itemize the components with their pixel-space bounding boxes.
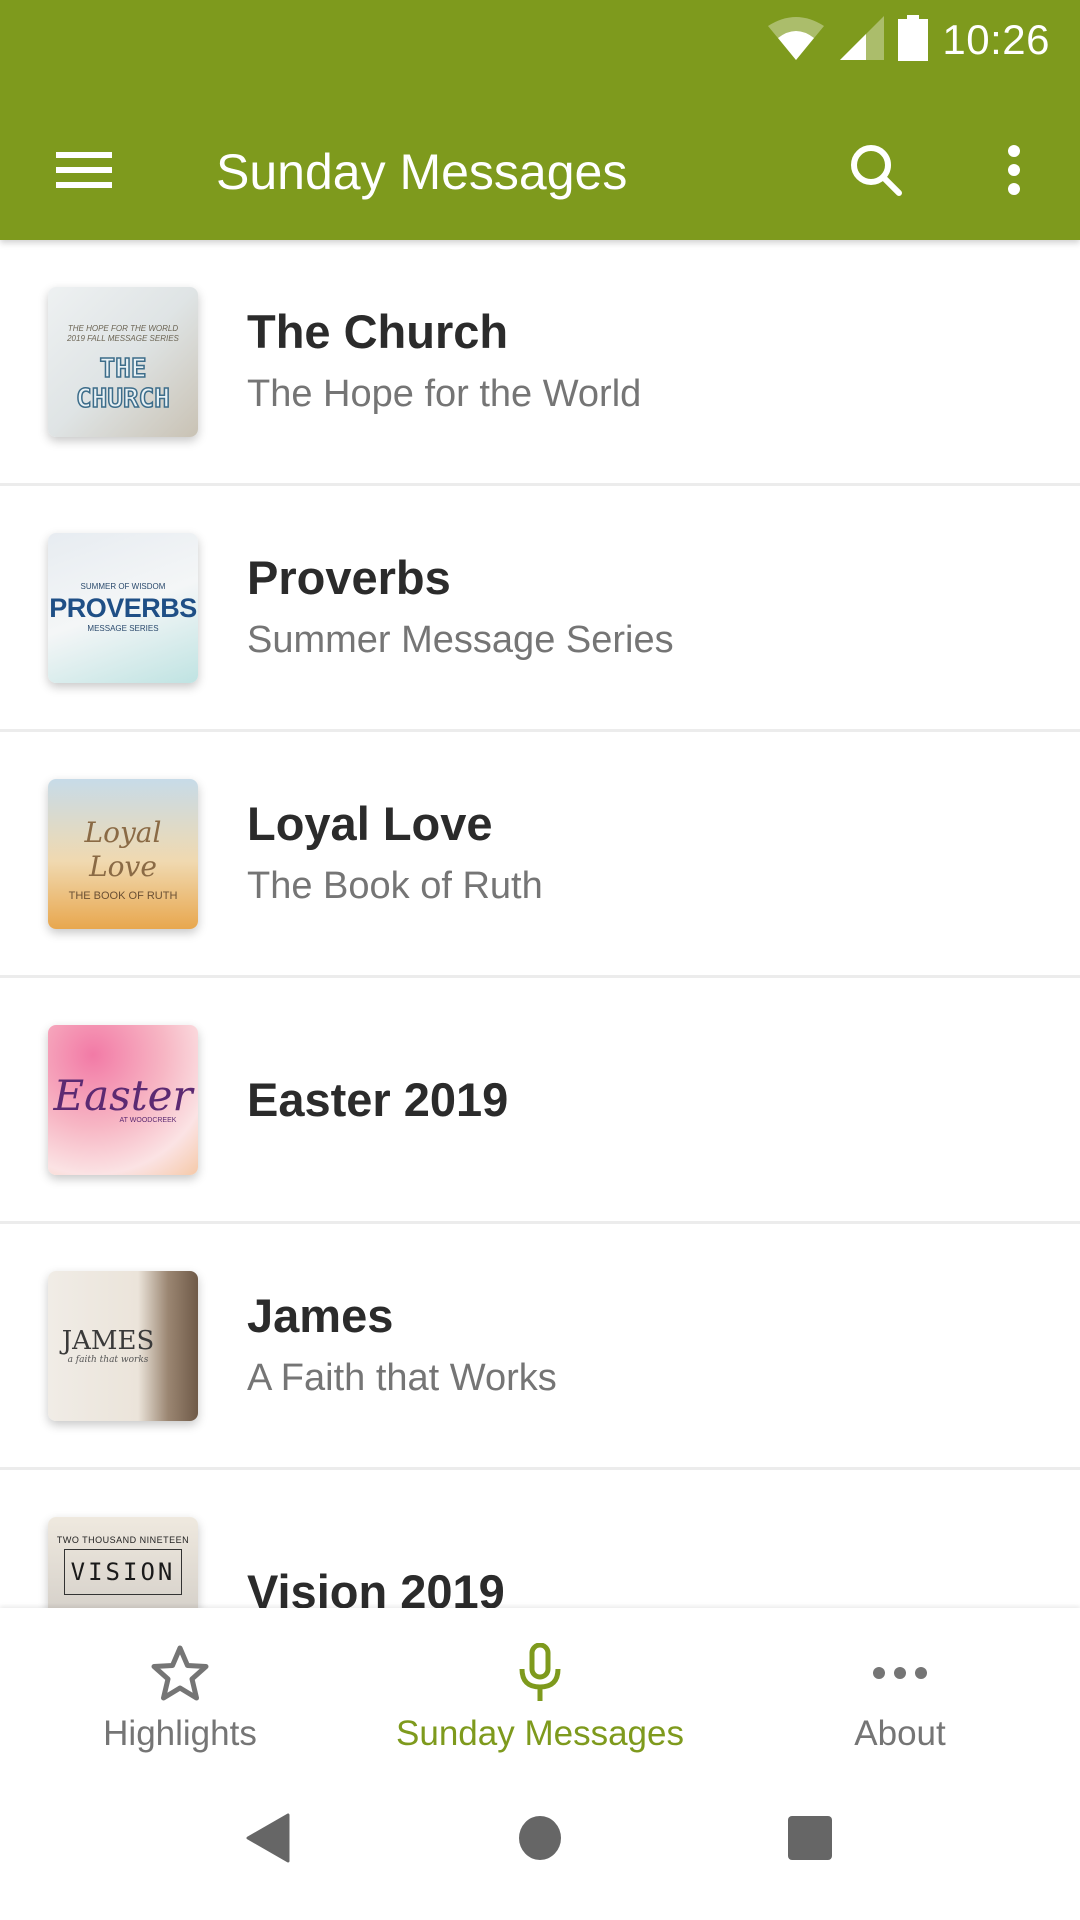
- list-item[interactable]: Loyal Love THE BOOK OF RUTH Loyal Love T…: [0, 732, 1080, 978]
- app-bar: 10:26 Sunday Messages: [0, 0, 1080, 240]
- artwork-title: PROVERBS: [49, 592, 197, 623]
- list-item[interactable]: JAMES a faith that works James A Faith t…: [0, 1224, 1080, 1470]
- star-outline-icon: [150, 1642, 210, 1704]
- status-bar: 10:26: [0, 0, 1080, 80]
- recents-button[interactable]: [770, 1800, 850, 1880]
- search-icon: [848, 142, 904, 203]
- nav-tab-label: Sunday Messages: [396, 1714, 684, 1753]
- nav-tab-label: Highlights: [103, 1714, 257, 1753]
- page-title: Sunday Messages: [216, 144, 628, 200]
- series-artwork: JAMES a faith that works: [48, 1270, 198, 1421]
- list-item-title: James: [247, 1288, 394, 1342]
- series-artwork: TWO THOUSAND NINETEEN VISION: [48, 1516, 198, 1608]
- home-button[interactable]: [500, 1800, 580, 1880]
- list-item[interactable]: THE HOPE FOR THE WORLD 2019 FALL MESSAGE…: [0, 240, 1080, 486]
- home-icon: [518, 1815, 562, 1866]
- artwork-title: Easter: [53, 1071, 193, 1120]
- list-item-subtitle: The Hope for the World: [247, 372, 642, 415]
- series-list[interactable]: THE HOPE FOR THE WORLD 2019 FALL MESSAGE…: [0, 240, 1080, 1608]
- nav-tab-sunday-messages[interactable]: Sunday Messages: [360, 1608, 720, 1760]
- series-artwork: SUMMER OF WISDOM PROVERBS MESSAGE SERIES: [48, 532, 198, 683]
- status-time: 10:26: [942, 16, 1050, 63]
- list-item-text: The Church The Hope for the World: [247, 302, 1050, 422]
- list-item-title: Loyal Love: [247, 796, 493, 850]
- list-item-text: James A Faith that Works: [247, 1286, 1050, 1406]
- battery-icon: [898, 14, 929, 66]
- search-button[interactable]: [836, 132, 916, 212]
- nav-tab-about[interactable]: About: [720, 1608, 1080, 1760]
- artwork-text: TWO THOUSAND NINETEEN: [56, 1534, 190, 1545]
- list-item-subtitle: The Book of Ruth: [247, 864, 543, 907]
- artwork-text: AT WOODCREEK: [119, 1117, 177, 1124]
- system-navigation-bar: [0, 1760, 1080, 1920]
- hamburger-menu-icon: [56, 150, 112, 195]
- artwork-title: VISION: [63, 1548, 183, 1595]
- list-item-title: Proverbs: [247, 550, 451, 604]
- list-item-text: Proverbs Summer Message Series: [247, 548, 1050, 668]
- list-item[interactable]: TWO THOUSAND NINETEEN VISION Vision 2019: [0, 1470, 1080, 1608]
- wifi-icon: [766, 16, 826, 65]
- navigation-menu-button[interactable]: [44, 132, 124, 212]
- artwork-text: 2019 FALL MESSAGE SERIES: [67, 333, 179, 343]
- recents-icon: [787, 1815, 833, 1866]
- artwork-text: a faith that works: [67, 1354, 149, 1365]
- artwork-text: SUMMER OF WISDOM: [80, 581, 166, 591]
- list-item-text: Easter 2019: [247, 1070, 1050, 1130]
- series-artwork: Loyal Love THE BOOK OF RUTH: [48, 778, 198, 929]
- overflow-menu-button[interactable]: [974, 132, 1054, 212]
- artwork-title: THE CHURCH: [75, 353, 170, 415]
- nav-tab-label: About: [854, 1714, 946, 1753]
- list-item-subtitle: Summer Message Series: [247, 618, 674, 661]
- bottom-navigation: Highlights Sunday Messages About: [0, 1608, 1080, 1760]
- list-item-title: The Church: [247, 304, 509, 358]
- list-item[interactable]: SUMMER OF WISDOM PROVERBS MESSAGE SERIES…: [0, 486, 1080, 732]
- list-item-text: Vision 2019: [247, 1562, 1050, 1609]
- series-artwork: THE HOPE FOR THE WORLD 2019 FALL MESSAGE…: [48, 286, 198, 437]
- list-item[interactable]: Easter AT WOODCREEK Easter 2019: [0, 978, 1080, 1224]
- artwork-title: Loyal Love: [84, 815, 162, 883]
- list-item-text: Loyal Love The Book of Ruth: [247, 794, 1050, 914]
- status-icons: 10:26: [766, 12, 1050, 68]
- back-icon: [246, 1813, 290, 1868]
- list-item-title: Easter 2019: [247, 1072, 509, 1126]
- nav-tab-highlights[interactable]: Highlights: [0, 1608, 360, 1760]
- microphone-icon: [518, 1642, 562, 1704]
- more-horizontal-icon: [871, 1642, 929, 1704]
- back-button[interactable]: [228, 1800, 308, 1880]
- artwork-title: JAMES: [61, 1325, 155, 1356]
- list-item-subtitle: A Faith that Works: [247, 1356, 557, 1399]
- more-vertical-icon: [1006, 144, 1022, 201]
- cell-signal-icon: [840, 15, 885, 65]
- artwork-text: MESSAGE SERIES: [87, 623, 159, 633]
- list-item-title: Vision 2019: [247, 1564, 505, 1609]
- artwork-text: THE HOPE FOR THE WORLD: [67, 323, 179, 333]
- artwork-text: THE BOOK OF RUTH: [68, 889, 178, 902]
- toolbar: Sunday Messages: [0, 96, 1080, 240]
- series-artwork: Easter AT WOODCREEK: [48, 1024, 198, 1175]
